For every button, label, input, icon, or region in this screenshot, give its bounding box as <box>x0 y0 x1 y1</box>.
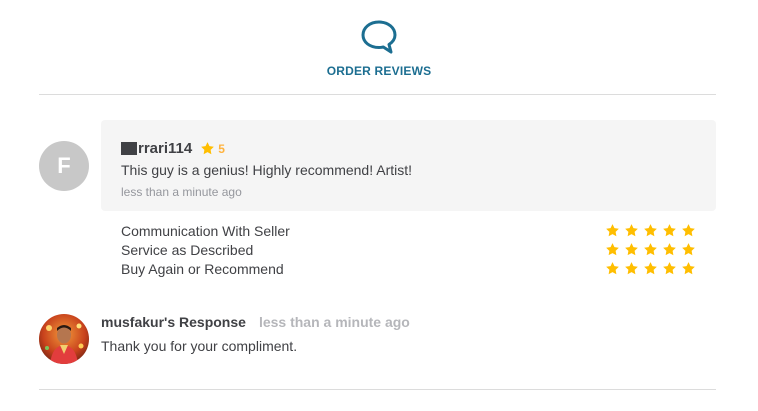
review-card: rrari114 5 This guy is a genius! Highly … <box>101 120 716 211</box>
divider <box>39 389 716 390</box>
criteria-row: Communication With Seller <box>121 221 696 240</box>
criteria-label: Service as Described <box>121 241 254 258</box>
criteria-row: Service as Described <box>121 240 696 259</box>
divider <box>39 94 716 95</box>
review-timestamp: less than a minute ago <box>121 185 242 199</box>
star-icon <box>644 224 657 237</box>
star-icon <box>682 224 695 237</box>
rating-value: 5 <box>218 141 225 156</box>
star-icon <box>663 224 676 237</box>
star-icon <box>625 243 638 256</box>
seller-photo <box>39 314 89 364</box>
redaction-block <box>121 142 137 155</box>
page-title: ORDER REVIEWS <box>326 64 432 78</box>
star-icon <box>644 243 657 256</box>
response-timestamp: less than a minute ago <box>258 314 410 330</box>
star-icon <box>606 262 619 275</box>
response-header: musfakur's Response less than a minute a… <box>101 314 410 330</box>
star-icon <box>644 262 657 275</box>
criteria-label: Communication With Seller <box>121 222 290 239</box>
star-rating <box>605 261 696 276</box>
response-title: musfakur's Response <box>101 314 246 330</box>
chat-bubble-icon <box>361 20 397 54</box>
criteria-label: Buy Again or Recommend <box>121 260 284 277</box>
reviewer-line: rrari114 5 <box>121 140 225 157</box>
star-icon <box>663 243 676 256</box>
star-rating <box>605 242 696 257</box>
avatar-initial: F <box>57 153 71 178</box>
star-icon <box>682 262 695 275</box>
rating-breakdown: Communication With Seller Service as Des… <box>121 221 696 278</box>
star-icon <box>625 262 638 275</box>
criteria-row: Buy Again or Recommend <box>121 259 696 278</box>
star-rating <box>605 223 696 238</box>
star-icon <box>201 142 215 155</box>
star-icon <box>682 243 695 256</box>
order-reviews-header: ORDER REVIEWS <box>0 18 758 78</box>
response-text: Thank you for your compliment. <box>101 338 298 354</box>
star-icon <box>606 243 619 256</box>
star-icon <box>663 262 676 275</box>
seller-avatar[interactable] <box>39 314 89 364</box>
star-icon <box>625 224 638 237</box>
star-icon <box>606 224 619 237</box>
reviewer-name[interactable]: rrari114 <box>138 140 192 157</box>
reviewer-avatar[interactable]: F <box>39 141 89 191</box>
review-text: This guy is a genius! Highly recommend! … <box>121 162 413 178</box>
